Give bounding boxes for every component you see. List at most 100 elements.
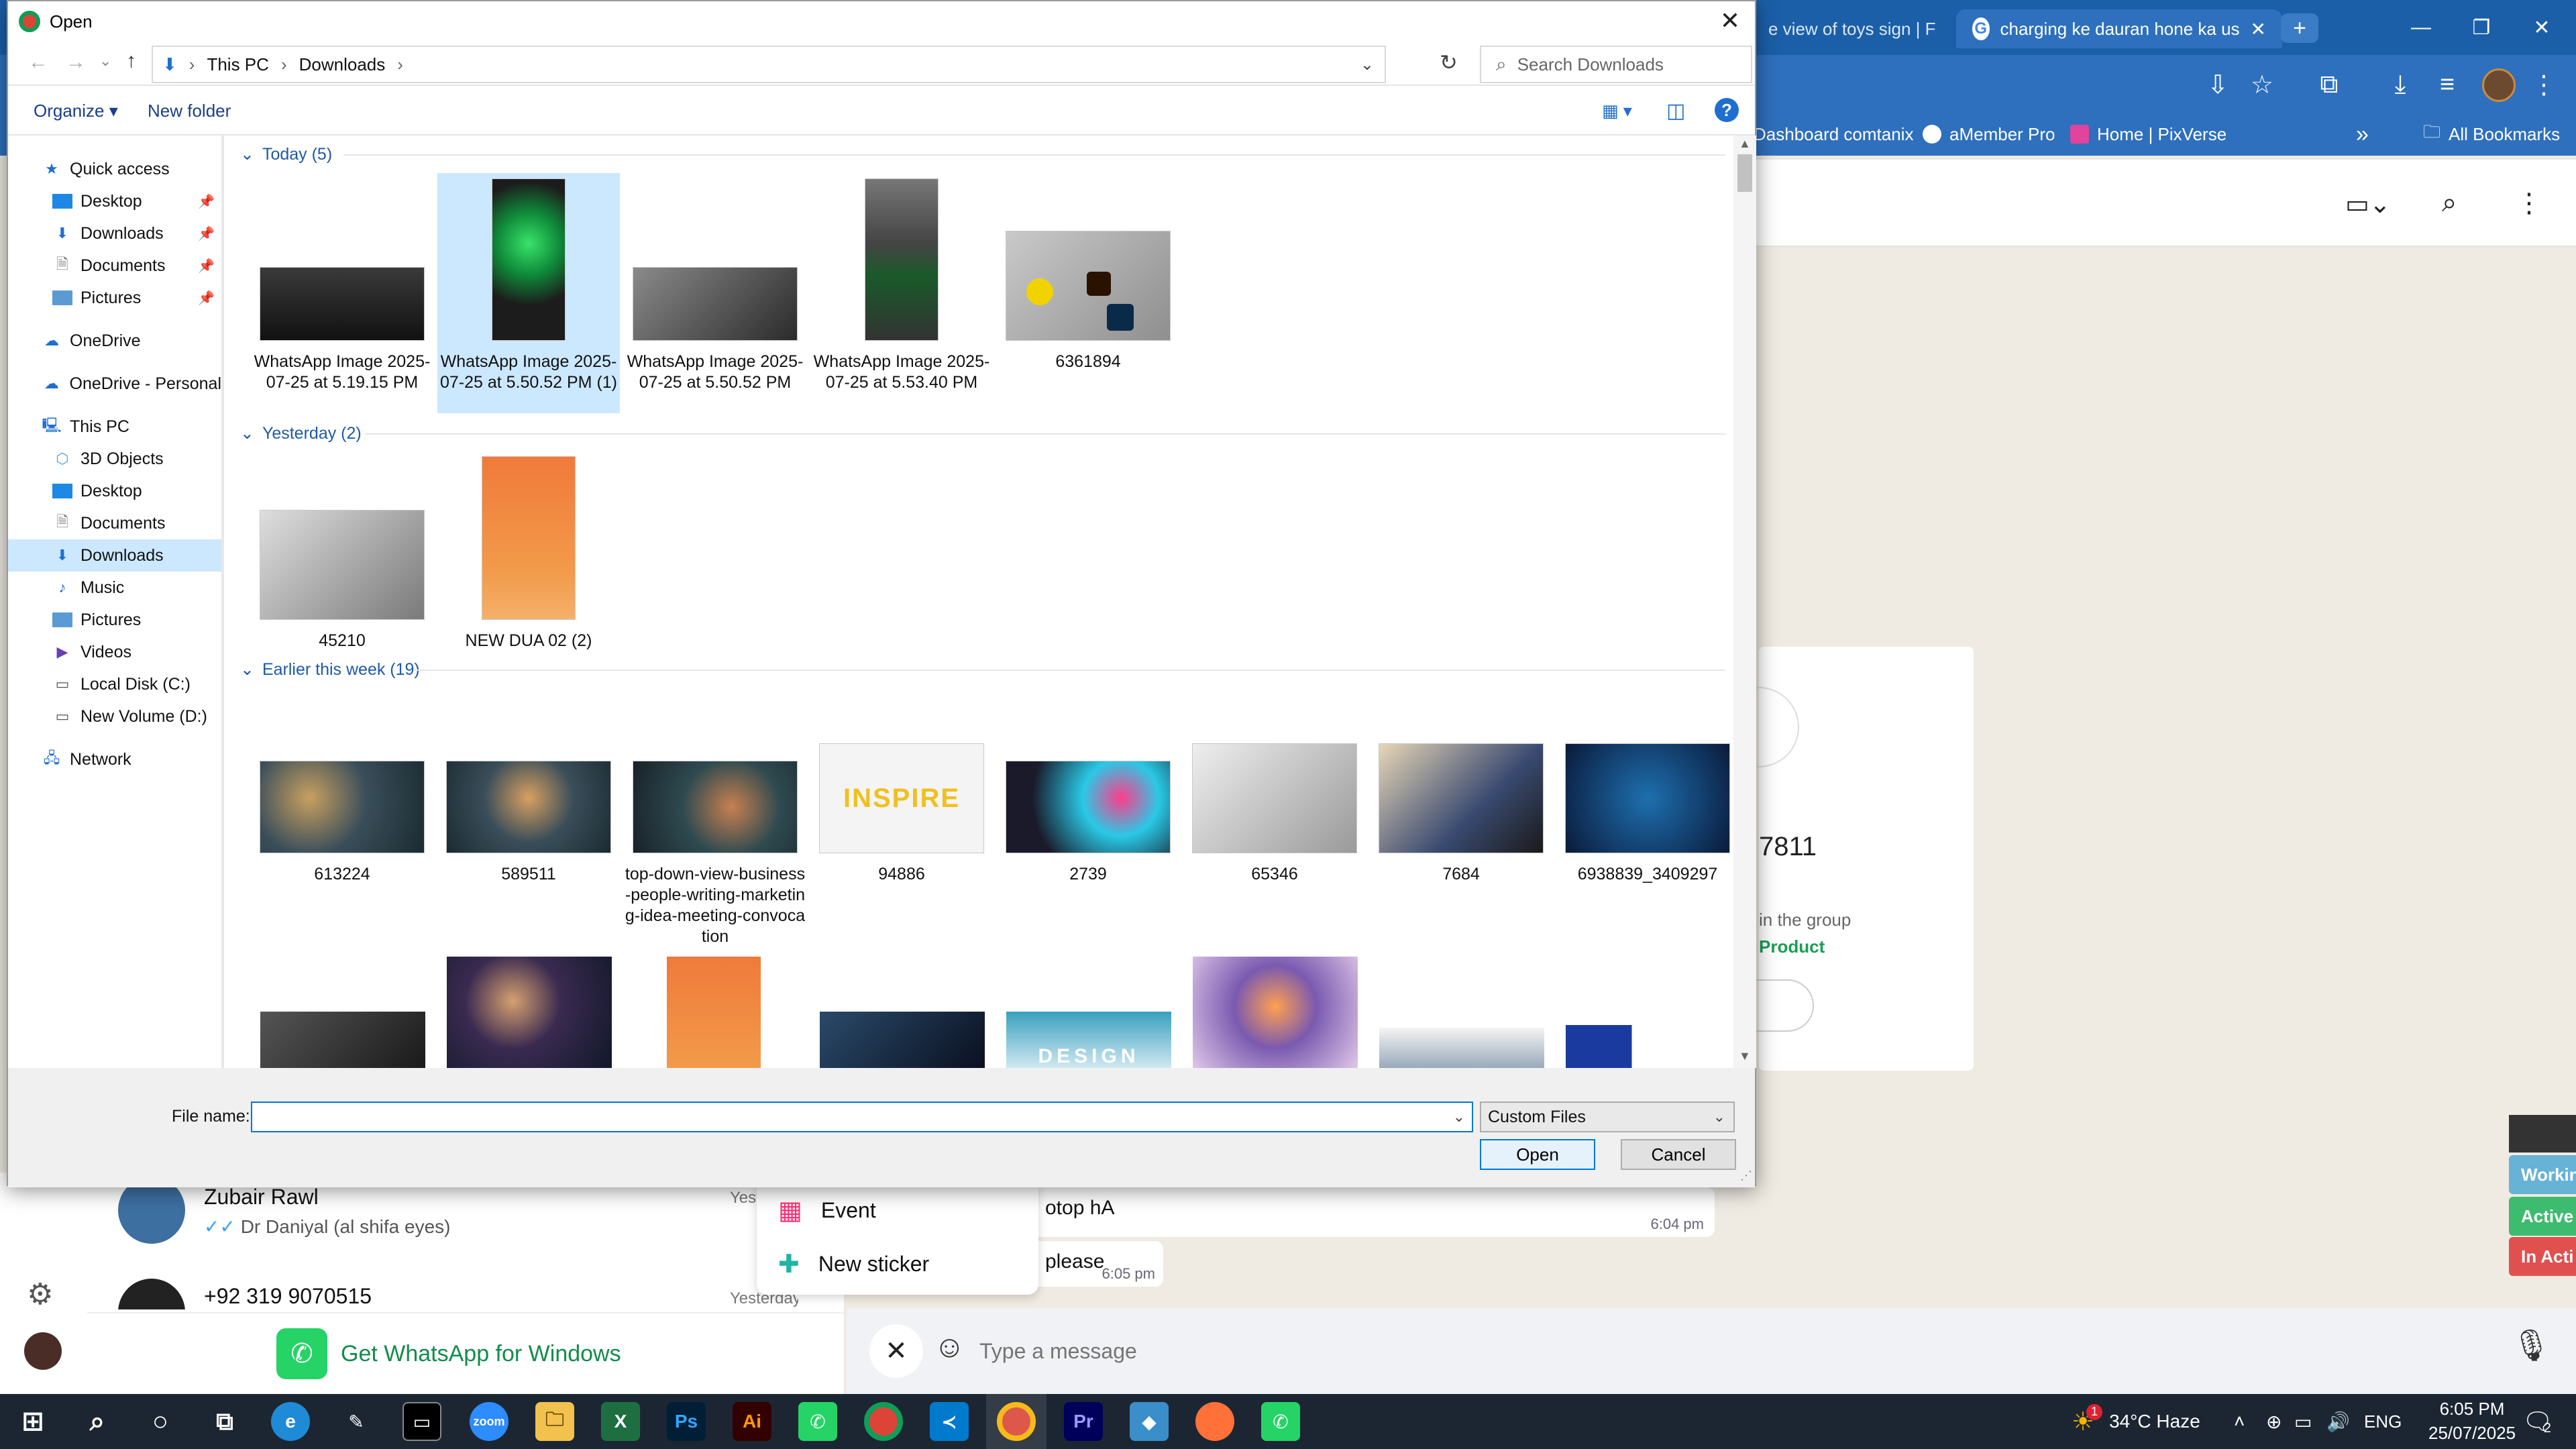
sticker-picker-icon[interactable]: ☺ [934, 1328, 965, 1364]
file-name-input[interactable] [252, 1103, 1440, 1130]
close-icon[interactable]: ✕ [2251, 18, 2266, 40]
chat-list-item[interactable]: +92 319 9070515 Yesterday [87, 1279, 798, 1309]
terminal-icon[interactable]: ▭ [402, 1402, 441, 1441]
pin-icon[interactable]: 📌 [198, 193, 215, 210]
nav-downloads[interactable]: ⬇ Downloads [8, 539, 221, 572]
address-bar[interactable]: ⬇ › This PC › Downloads › ⌄ [152, 46, 1386, 83]
pin-icon[interactable]: 📌 [198, 258, 215, 274]
microphone-icon[interactable]: 🎙 [2512, 1327, 2551, 1364]
tray-chevron-icon[interactable]: ˄ [2234, 1394, 2245, 1449]
file-item-selected[interactable]: WhatsApp Image 2025-07-25 at 5.50.52 PM … [437, 173, 620, 413]
nav-videos[interactable]: ▶ Videos [8, 636, 221, 668]
photoshop-icon[interactable]: Ps [667, 1402, 706, 1441]
view-options-icon[interactable]: ▦ ▾ [1602, 101, 1632, 121]
chat-list-item[interactable]: Zubair Rawl ✓✓ Dr Daniyal (al shifa eyes… [87, 1177, 798, 1250]
file-thumbnail-partial[interactable] [820, 1012, 985, 1068]
file-item[interactable]: 6361894 [997, 173, 1179, 413]
weather-widget[interactable]: ☀ 1 34°C Haze [2072, 1394, 2200, 1449]
video-call-icon[interactable]: ▭⌄ [2345, 189, 2394, 219]
firefox-icon[interactable] [1195, 1402, 1234, 1441]
nav-music[interactable]: ♪ Music [8, 572, 221, 604]
breadcrumb-this-pc[interactable]: This PC [207, 54, 268, 75]
bookmark-pixverse[interactable]: Home | PixVerse [2070, 119, 2226, 149]
profile-avatar[interactable] [2482, 68, 2516, 102]
open-button[interactable]: Open [1480, 1139, 1595, 1170]
file-item[interactable]: WhatsApp Image 2025-07-25 at 5.53.40 PM [810, 173, 993, 413]
edge-icon[interactable]: e [271, 1402, 310, 1441]
star-icon[interactable]: ☆ [2245, 67, 2279, 102]
vscode-icon[interactable]: ≺ [930, 1402, 969, 1441]
extensions-icon[interactable]: ⧉ [2312, 67, 2347, 102]
premiere-icon[interactable]: Pr [1064, 1402, 1103, 1441]
file-item[interactable]: NEW DUA 02 (2) [437, 453, 620, 655]
nav-onedrive[interactable]: ☁ OneDrive [8, 325, 221, 357]
excel-icon[interactable]: X [601, 1402, 640, 1441]
file-type-select[interactable]: Custom Files ⌄ [1480, 1102, 1735, 1132]
whatsapp-app-icon[interactable]: ✆ [798, 1402, 837, 1441]
file-item[interactable]: WhatsApp Image 2025-07-25 at 5.50.52 PM [624, 173, 806, 413]
search-icon[interactable]: ⌕ [78, 1402, 117, 1441]
file-thumbnail-partial[interactable] [1566, 1025, 1731, 1068]
file-thumbnail-partial[interactable] [447, 957, 612, 1068]
volume-icon[interactable]: 🔊 [2326, 1394, 2350, 1449]
start-icon[interactable]: ⊞ [13, 1402, 52, 1441]
nav-quick-documents[interactable]: 🗎 Documents 📌 [8, 250, 221, 282]
close-icon[interactable]: ✕ [1720, 7, 1740, 35]
wifi-icon[interactable]: ▭ [2294, 1394, 2312, 1449]
media-queue-icon[interactable]: ≡ [2430, 67, 2465, 102]
preview-pane-icon[interactable]: ◫ [1666, 99, 1685, 123]
download-icon[interactable]: ⤓ [2383, 67, 2418, 102]
all-bookmarks[interactable]: 🗀 All Bookmarks [2423, 119, 2560, 149]
search-icon[interactable]: ⌕ [2442, 188, 2457, 218]
bookmark-amember[interactable]: aMember Pro [1923, 119, 2055, 149]
nav-desktop[interactable]: Desktop [8, 475, 221, 507]
zoom-icon[interactable]: zoom [470, 1402, 508, 1441]
product-link[interactable]: Product [1759, 936, 1825, 957]
nav-onedrive-personal[interactable]: ☁ OneDrive - Personal [8, 368, 221, 400]
profile-avatar-small[interactable] [24, 1332, 62, 1370]
browser-menu-icon[interactable]: ⋮ [2526, 67, 2561, 102]
vertical-scrollbar[interactable]: ▲ ▼ [1733, 136, 1756, 1068]
get-whatsapp-banner[interactable]: ✆ Get WhatsApp for Windows [87, 1312, 844, 1394]
app-diamond-icon[interactable]: ◆ [1130, 1402, 1169, 1441]
clock[interactable]: 6:05 PM 25/07/2025 [2428, 1397, 2516, 1448]
nav-network[interactable]: 🖧 Network [8, 743, 221, 775]
nav-quick-access[interactable]: ★ Quick access [8, 153, 221, 185]
file-item[interactable]: 7684 [1370, 743, 1552, 911]
nav-quick-pictures[interactable]: Pictures 📌 [8, 282, 221, 314]
file-thumbnail-partial[interactable] [1193, 957, 1358, 1068]
nav-quick-downloads[interactable]: ⬇ Downloads 📌 [8, 217, 221, 250]
nav-pictures[interactable]: Pictures [8, 604, 221, 636]
help-icon[interactable]: ? [1715, 98, 1739, 122]
browser-tab-charging[interactable]: G charging ke dauran hone ka us ✕ [1956, 9, 2282, 48]
forward-icon[interactable]: → [66, 51, 86, 74]
network-status-icon[interactable]: ⊕ [2266, 1394, 2282, 1449]
close-window-icon[interactable]: ✕ [2505, 0, 2576, 55]
file-item[interactable]: 2739 [997, 743, 1179, 911]
file-thumbnail-partial[interactable] [260, 1012, 425, 1068]
browser-tab-toys[interactable]: e view of toys sign | F ✕ [1752, 9, 1947, 48]
nav-quick-desktop[interactable]: Desktop 📌 [8, 185, 221, 217]
file-thumbnail-partial[interactable]: DESIGN [1006, 1012, 1171, 1068]
up-icon[interactable]: ↑ [126, 50, 136, 72]
file-thumbnail-partial[interactable] [1379, 1028, 1544, 1068]
chat-menu-icon[interactable]: ⋮ [2516, 188, 2542, 219]
status-active[interactable]: Active [2509, 1197, 2576, 1236]
scroll-up-icon[interactable]: ▲ [1739, 137, 1751, 151]
menu-item-new-sticker[interactable]: ✚ New sticker [778, 1244, 929, 1284]
recent-locations-icon[interactable]: ⌄ [99, 52, 111, 70]
status-inactive[interactable]: In Acti [2509, 1237, 2576, 1276]
address-dropdown-icon[interactable]: ⌄ [1360, 55, 1374, 74]
status-working[interactable]: Workin [2509, 1155, 2576, 1194]
close-attach-icon[interactable]: ✕ [869, 1324, 923, 1378]
search-box[interactable]: ⌕ Search Downloads [1480, 46, 1752, 83]
cancel-button[interactable]: Cancel [1621, 1139, 1736, 1170]
notifications-icon[interactable]: 🗨 2 [2522, 1394, 2553, 1449]
refresh-icon[interactable]: ↻ [1440, 50, 1458, 75]
nav-new-volume-d[interactable]: ▭ New Volume (D:) [8, 700, 221, 733]
whatsapp-business-icon[interactable]: ✆ [1261, 1402, 1300, 1441]
cortana-icon[interactable]: ○ [141, 1402, 180, 1441]
more-bookmarks-icon[interactable]: » [2356, 119, 2369, 149]
settings-icon[interactable]: ⚙ [27, 1277, 53, 1311]
file-explorer-icon[interactable]: 🗀 [535, 1402, 574, 1441]
